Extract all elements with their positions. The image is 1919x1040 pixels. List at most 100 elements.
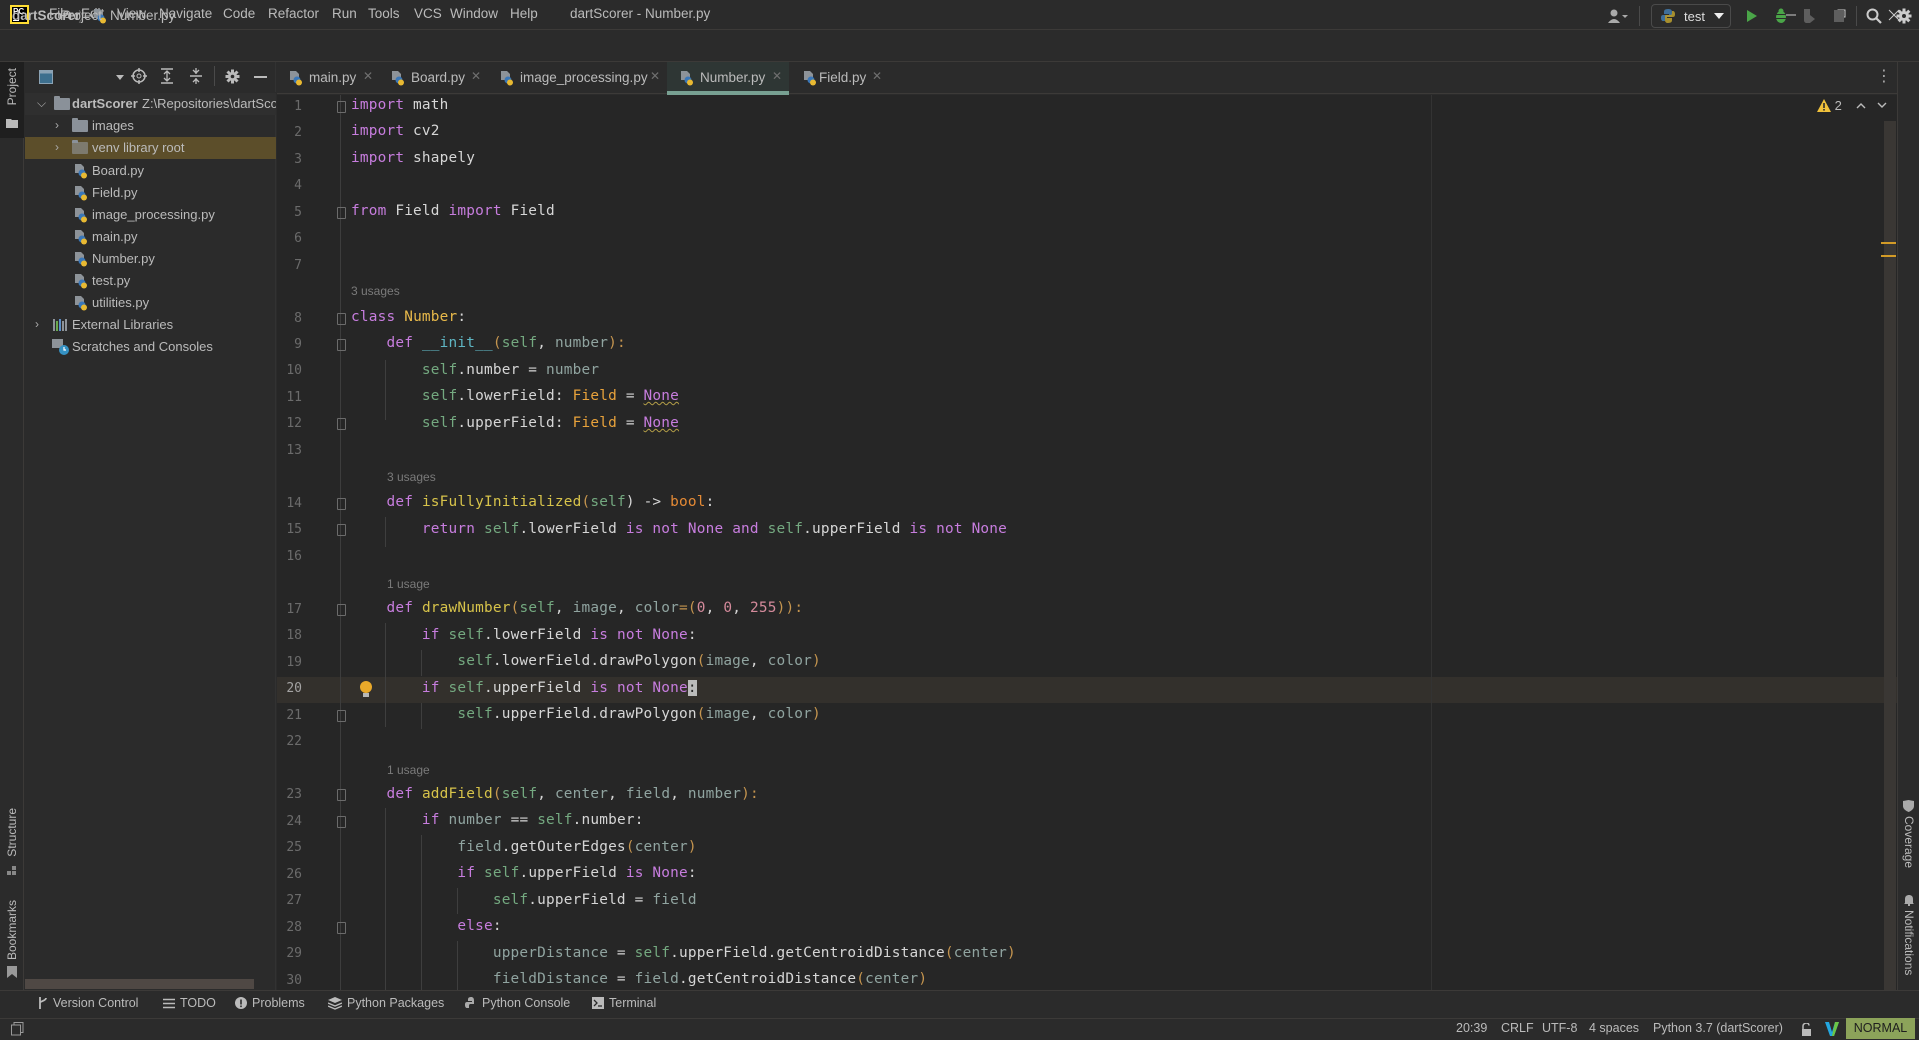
previous-highlight-icon[interactable] (1856, 102, 1866, 109)
tree-item-number-py[interactable]: Number.py (25, 248, 276, 270)
tree-root-dartscorer[interactable]: ⌵ dartScorer Z:\Repositories\dartScorer (25, 93, 276, 115)
tree-item-image-processing-py[interactable]: image_processing.py (25, 204, 276, 226)
line-separator[interactable]: CRLF (1501, 1021, 1534, 1035)
menu-tools[interactable]: Tools (368, 6, 400, 24)
structure-tool-button[interactable]: Structure (0, 808, 24, 880)
close-tab-icon[interactable]: ✕ (363, 69, 373, 83)
fold-marker-icon[interactable] (337, 922, 346, 934)
tab-field-py[interactable]: Field.py ✕ (797, 62, 889, 94)
terminal-icon (592, 997, 604, 1009)
close-tab-icon[interactable]: ✕ (872, 69, 882, 83)
next-highlight-icon[interactable] (1877, 102, 1887, 109)
editor-vertical-scrollbar[interactable] (1884, 121, 1896, 990)
hide-panel-icon[interactable] (254, 76, 267, 78)
toggle-tool-windows-icon[interactable] (11, 1022, 24, 1036)
todo-tool-button[interactable]: TODO (163, 996, 216, 1010)
fold-marker-icon[interactable] (337, 604, 346, 616)
shield-icon (1903, 800, 1914, 812)
usage-hint[interactable]: 3 usages (387, 470, 436, 486)
tool-label: Version Control (53, 996, 139, 1010)
chevron-down-icon[interactable] (116, 75, 124, 80)
fold-marker-icon[interactable] (337, 418, 346, 430)
run-with-coverage-button[interactable] (1799, 6, 1819, 26)
menu-code[interactable]: Code (223, 6, 255, 24)
menu-window[interactable]: Window (450, 6, 498, 24)
ideavim-icon[interactable] (1825, 1022, 1839, 1036)
tree-item-images[interactable]: › images (25, 115, 276, 137)
notifications-tool-button[interactable]: Notifications (1899, 892, 1919, 982)
version-control-tool-button[interactable]: Version Control (38, 996, 138, 1010)
lock-open-icon[interactable] (1800, 1023, 1812, 1036)
fold-marker-icon[interactable] (337, 207, 346, 219)
project-view-selector[interactable]: Project (60, 8, 102, 23)
tree-item-external-libraries[interactable]: › External Libraries (25, 314, 276, 336)
fold-marker-icon[interactable] (337, 313, 346, 325)
fold-marker-icon[interactable] (337, 789, 346, 801)
menu-run[interactable]: Run (332, 6, 357, 24)
python-interpreter[interactable]: Python 3.7 (dartScorer) (1653, 1021, 1783, 1035)
python-file-icon (75, 296, 87, 311)
run-configuration-selector[interactable]: test (1651, 4, 1731, 28)
fold-marker-icon[interactable] (337, 816, 346, 828)
close-tab-icon[interactable]: ✕ (471, 69, 481, 83)
fold-marker-icon[interactable] (337, 498, 346, 510)
project-horizontal-scrollbar[interactable] (25, 979, 254, 989)
breadcrumb-file[interactable]: Number.py (110, 8, 175, 23)
usage-hint[interactable]: 3 usages (351, 284, 400, 300)
problems-exclamation-icon (235, 997, 247, 1009)
gear-icon[interactable] (225, 69, 240, 84)
expand-all-icon[interactable] (160, 68, 174, 84)
tree-item-utilities-py[interactable]: utilities.py (25, 292, 276, 314)
vim-mode-indicator[interactable]: NORMAL (1846, 1018, 1915, 1039)
fold-marker-icon[interactable] (337, 339, 346, 351)
code-line-8: class Number: (351, 309, 467, 325)
warning-stripe-marker[interactable] (1881, 255, 1896, 257)
tree-item-main-py[interactable]: main.py (25, 226, 276, 248)
python-console-tool-button[interactable]: Python Console (465, 996, 570, 1010)
line-number: 26 (286, 867, 302, 882)
tree-item-venv[interactable]: › venv library root (25, 137, 276, 159)
file-encoding[interactable]: UTF-8 (1542, 1021, 1577, 1035)
stop-button[interactable] (1829, 6, 1849, 26)
locate-file-icon[interactable] (131, 68, 147, 84)
tree-item-field-py[interactable]: Field.py (25, 182, 276, 204)
collapse-all-icon[interactable] (189, 68, 203, 84)
warning-stripe-marker[interactable] (1881, 242, 1896, 244)
debug-button[interactable] (1771, 6, 1791, 26)
usage-hint[interactable]: 1 usage (387, 577, 430, 593)
problems-tool-button[interactable]: Problems (235, 996, 305, 1010)
more-tabs-icon[interactable]: ⋮ (1876, 66, 1892, 86)
inspection-widget[interactable]: 2 (1817, 98, 1842, 113)
bookmarks-tool-button[interactable]: Bookmarks (0, 900, 24, 980)
tab-main-py[interactable]: main.py ✕ (283, 62, 379, 94)
python-file-icon (75, 186, 87, 201)
tab-label: Field.py (819, 70, 867, 85)
usage-hint[interactable]: 1 usage (387, 763, 430, 779)
project-tool-button[interactable]: Project (0, 62, 24, 138)
settings-button[interactable] (1894, 6, 1914, 26)
tab-image-processing-py[interactable]: image_processing.py ✕ (494, 62, 666, 94)
python-packages-tool-button[interactable]: Python Packages (328, 996, 444, 1010)
fold-marker-icon[interactable] (337, 710, 346, 722)
fold-marker-icon[interactable] (337, 101, 346, 113)
coverage-tool-button[interactable]: Coverage (1899, 798, 1919, 868)
tree-item-scratches[interactable]: Scratches and Consoles (25, 336, 276, 358)
search-everywhere-button[interactable] (1864, 6, 1884, 26)
vcs-user-button[interactable] (1605, 6, 1631, 26)
menu-help[interactable]: Help (510, 6, 538, 24)
code-line-11: self.lowerField: Field = None (421, 388, 680, 404)
terminal-tool-button[interactable]: Terminal (592, 996, 656, 1010)
run-button[interactable] (1742, 6, 1762, 26)
menu-vcs[interactable]: VCS (414, 6, 442, 24)
tree-item-test-py[interactable]: test.py (25, 270, 276, 292)
close-tab-icon[interactable]: ✕ (772, 69, 782, 83)
tree-item-board-py[interactable]: Board.py (25, 160, 276, 182)
tab-board-py[interactable]: Board.py ✕ (385, 62, 487, 94)
tab-number-py[interactable]: Number.py ✕ (667, 62, 789, 95)
caret-position[interactable]: 20:39 (1456, 1021, 1487, 1035)
close-tab-icon[interactable]: ✕ (650, 69, 660, 83)
menu-refactor[interactable]: Refactor (268, 6, 319, 24)
structure-icon (7, 866, 16, 875)
fold-marker-icon[interactable] (337, 524, 346, 536)
indent-setting[interactable]: 4 spaces (1589, 1021, 1639, 1035)
